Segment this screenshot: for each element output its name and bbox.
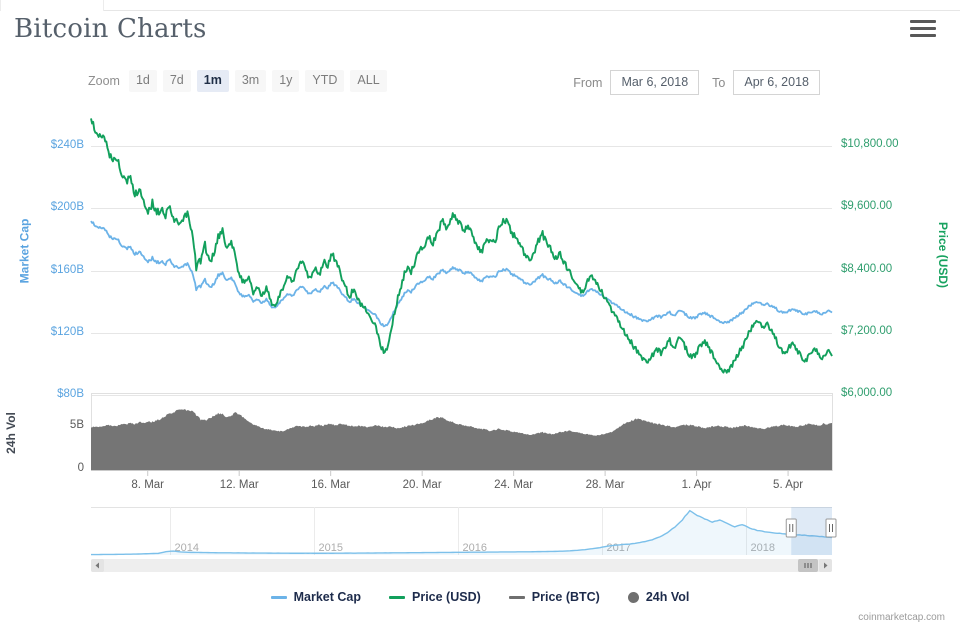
zoom-button-1y[interactable]: 1y — [272, 70, 299, 92]
y-axis-volume-tick-1: 0 — [0, 462, 84, 474]
legend-marker-24h-vol — [628, 592, 639, 603]
hamburger-menu-icon[interactable] — [910, 20, 936, 40]
y-axis-left-tick-2: $160B — [0, 264, 84, 276]
x-axis-tick-label-0: 8. Mar — [131, 479, 164, 491]
legend-marker-market-cap — [271, 596, 287, 599]
navigator-area — [91, 511, 832, 555]
zoom-button-1m[interactable]: 1m — [197, 70, 229, 92]
y-axis-right-tick-3: $7,200.00 — [841, 325, 892, 337]
x-axis-tick-label-7: 5. Apr — [773, 479, 803, 491]
browser-chrome-strip — [0, 0, 960, 11]
x-axis-tick-label-5: 28. Mar — [586, 479, 625, 491]
legend-label-24h-vol: 24h Vol — [646, 590, 690, 604]
legend-item-price-usd[interactable]: Price (USD) — [389, 590, 481, 604]
y-axis-right-tick-4: $6,000.00 — [841, 387, 892, 399]
navigator-scroll-right-button[interactable] — [819, 559, 832, 572]
zoom-button-ytd[interactable]: YTD — [305, 70, 344, 92]
zoom-button-3m[interactable]: 3m — [235, 70, 266, 92]
chart-credits[interactable]: coinmarketcap.com — [858, 612, 945, 623]
x-axis-tick-label-1: 12. Mar — [220, 479, 259, 491]
chrome-divider-left — [0, 0, 1, 11]
legend-item-market-cap[interactable]: Market Cap — [271, 590, 361, 604]
y-axis-left-title: Market Cap — [17, 219, 31, 284]
series-market-cap-line — [91, 221, 832, 326]
bitcoin-charts-page: Bitcoin Charts Zoom 1d 7d 1m 3m 1y YTD A… — [0, 0, 960, 628]
x-axis-tick-label-4: 24. Mar — [494, 479, 533, 491]
legend-marker-price-usd — [389, 596, 405, 599]
from-label: From — [573, 76, 602, 90]
page-title: Bitcoin Charts — [14, 14, 207, 44]
chart-svg: 20142015201620172018 — [0, 96, 960, 596]
navigator-handle-left[interactable] — [786, 519, 796, 537]
menu-bar-2 — [910, 27, 936, 30]
zoom-button-7d[interactable]: 7d — [163, 70, 191, 92]
navigator-scroll-left-button[interactable] — [91, 559, 104, 572]
zoom-range-selector: Zoom 1d 7d 1m 3m 1y YTD ALL — [88, 70, 393, 92]
x-axis-tick-label-2: 16. Mar — [311, 479, 350, 491]
y-axis-left-tick-1: $200B — [0, 201, 84, 213]
series-24h-vol-area — [91, 409, 832, 470]
to-date-input[interactable]: Apr 6, 2018 — [733, 70, 820, 95]
y-axis-right-tick-0: $10,800.00 — [841, 138, 899, 150]
series-price-usd-line — [91, 118, 832, 372]
y-axis-right-title: Price (USD) — [936, 222, 950, 288]
navigator-scrollbar-track[interactable] — [91, 559, 832, 572]
legend-label-price-usd: Price (USD) — [412, 590, 481, 604]
legend-item-price-btc[interactable]: Price (BTC) — [509, 590, 600, 604]
date-range-inputs: From Mar 6, 2018 To Apr 6, 2018 — [573, 70, 820, 95]
from-date-input[interactable]: Mar 6, 2018 — [610, 70, 699, 95]
menu-bar-3 — [910, 34, 936, 37]
chart-canvas[interactable]: 20142015201620172018 $240B $200B $160B $120… — [0, 96, 960, 596]
legend-marker-price-btc — [509, 596, 525, 599]
legend-label-market-cap: Market Cap — [294, 590, 361, 604]
zoom-button-all[interactable]: ALL — [350, 70, 386, 92]
y-axis-volume-tick-0: 5B — [0, 419, 84, 431]
menu-bar-1 — [910, 20, 936, 23]
y-axis-right-tick-2: $8,400.00 — [841, 263, 892, 275]
navigator-handle-right[interactable] — [826, 519, 836, 537]
chrome-hairline — [104, 10, 960, 11]
x-axis-tick-label-3: 20. Mar — [403, 479, 442, 491]
to-label: To — [712, 76, 725, 90]
navigator-scrollbar-thumb[interactable] — [798, 559, 818, 572]
legend-item-24h-vol[interactable]: 24h Vol — [628, 590, 690, 604]
chart-legend: Market Cap Price (USD) Price (BTC) 24h V… — [0, 590, 960, 604]
y-axis-left-tick-3: $120B — [0, 326, 84, 338]
navigator-year-label-1: 2015 — [319, 542, 343, 554]
legend-label-price-btc: Price (BTC) — [532, 590, 600, 604]
x-axis-tick-label-6: 1. Apr — [682, 479, 712, 491]
y-axis-left-tick-0: $240B — [0, 139, 84, 151]
y-axis-right-tick-1: $9,600.00 — [841, 200, 892, 212]
zoom-button-1d[interactable]: 1d — [129, 70, 157, 92]
zoom-label: Zoom — [88, 74, 120, 88]
y-axis-left-tick-4: $80B — [0, 388, 84, 400]
